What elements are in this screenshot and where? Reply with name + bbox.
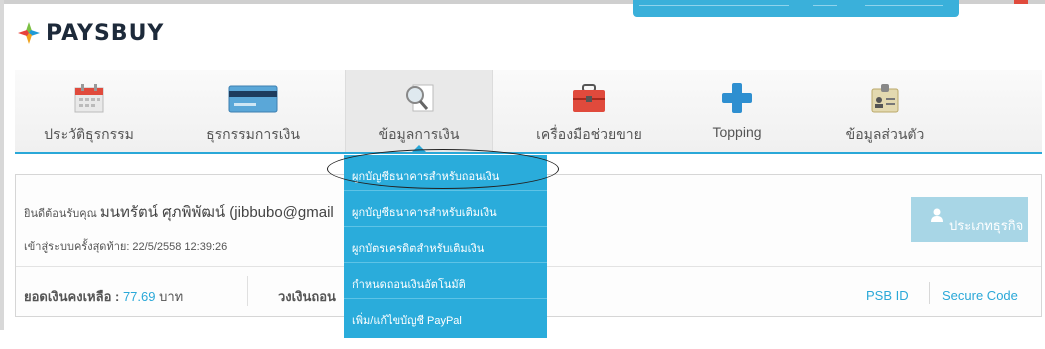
logo-wordmark: PAYSBUY [46, 20, 165, 46]
plus-icon [719, 82, 755, 114]
magnifier-document-icon [401, 82, 437, 114]
tab-label: ข้อมูลการเงิน [378, 126, 460, 142]
window-left-border [0, 0, 4, 330]
tab-label: Topping [712, 124, 762, 140]
calendar-icon [71, 82, 107, 114]
balance-label: ยอดเงินคงเหลือ : [24, 289, 120, 304]
financial-info-dropdown: ผูกบัญชีธนาคารสำหรับถอนเงิน ผูกบัญชีธนาค… [344, 155, 547, 338]
tab-transaction-history[interactable]: ประวัติธุรกรรม [15, 70, 163, 152]
tab-label: ประวัติธุรกรรม [44, 126, 134, 142]
secure-code-link[interactable]: Secure Code [942, 288, 1018, 303]
tab-label: เครื่องมือช่วยขาย [536, 126, 642, 142]
menu-item-bank-withdraw[interactable]: ผูกบัญชีธนาคารสำหรับถอนเงิน [344, 155, 547, 191]
welcome-text: ยินดีต้อนรับคุณ มนทรัตน์ ศุภพิพัฒน์ (jib… [24, 200, 334, 224]
main-nav: ประวัติธุรกรรม ธุรกรรมการเงิน ข้อมูลการเ… [15, 70, 1042, 154]
menu-item-label: กำหนดถอนเงินอัตโนมัติ [352, 279, 466, 291]
account-name: มนทรัตน์ ศุภพิพัฒน์ (jibbubo@gmail [99, 204, 334, 221]
id-badge-icon [867, 82, 903, 114]
tab-financial-info[interactable]: ข้อมูลการเงิน [345, 70, 493, 154]
withdraw-limit-label: วงเงินถอน [278, 289, 336, 304]
menu-item-label: เพิ่ม/แก้ไขบัญชี PayPal [352, 315, 462, 327]
last-login-text: เข้าสู่ระบบครั้งสุดท้าย: 22/5/2558 12:39… [24, 241, 228, 253]
paysbuy-logo[interactable]: PAYSBUY [16, 20, 164, 46]
top-utility-bar [633, 0, 959, 17]
menu-item-paypal[interactable]: เพิ่ม/แก้ไขบัญชี PayPal [344, 299, 547, 335]
toolbox-icon [571, 82, 607, 114]
balance-unit: บาท [159, 289, 184, 304]
tab-financial-transactions[interactable]: ธุรกรรมการเงิน [179, 70, 327, 152]
business-type-button[interactable]: ประเภทธุรกิจ [911, 197, 1028, 242]
welcome-prefix: ยินดีต้อนรับคุณ [24, 208, 97, 220]
business-type-label: ประเภทธุรกิจ [949, 218, 1024, 233]
psb-id-link[interactable]: PSB ID [866, 288, 909, 303]
user-icon [931, 208, 943, 222]
tab-label: ข้อมูลส่วนตัว [845, 126, 925, 142]
menu-item-auto-withdraw[interactable]: กำหนดถอนเงินอัตโนมัติ [344, 263, 547, 299]
balance-separator [247, 276, 248, 306]
tab-sales-tools[interactable]: เครื่องมือช่วยขาย [515, 70, 663, 152]
tab-topping[interactable]: Topping [663, 70, 811, 152]
menu-item-credit-card-topup[interactable]: ผูกบัตรเครดิตสำหรับเติมเงิน [344, 227, 547, 263]
balance-amount: 77.69 [122, 289, 156, 304]
star-logo-icon [16, 20, 42, 46]
menu-item-label: ผูกบัญชีธนาคารสำหรับเติมเงิน [352, 207, 497, 219]
credit-card-icon [228, 82, 278, 114]
menu-item-label: ผูกบัญชีธนาคารสำหรับถอนเงิน [352, 171, 500, 183]
tab-label: ธุรกรรมการเงิน [206, 126, 300, 142]
link-separator [929, 282, 930, 304]
menu-item-bank-topup[interactable]: ผูกบัญชีธนาคารสำหรับเติมเงิน [344, 191, 547, 227]
balance-row: ยอดเงินคงเหลือ : 77.69 บาท [24, 286, 183, 307]
active-tab-indicator [410, 145, 428, 154]
tab-personal-info[interactable]: ข้อมูลส่วนตัว [811, 70, 959, 152]
top-close-accent [1014, 0, 1028, 4]
menu-item-label: ผูกบัตรเครดิตสำหรับเติมเงิน [352, 243, 485, 255]
